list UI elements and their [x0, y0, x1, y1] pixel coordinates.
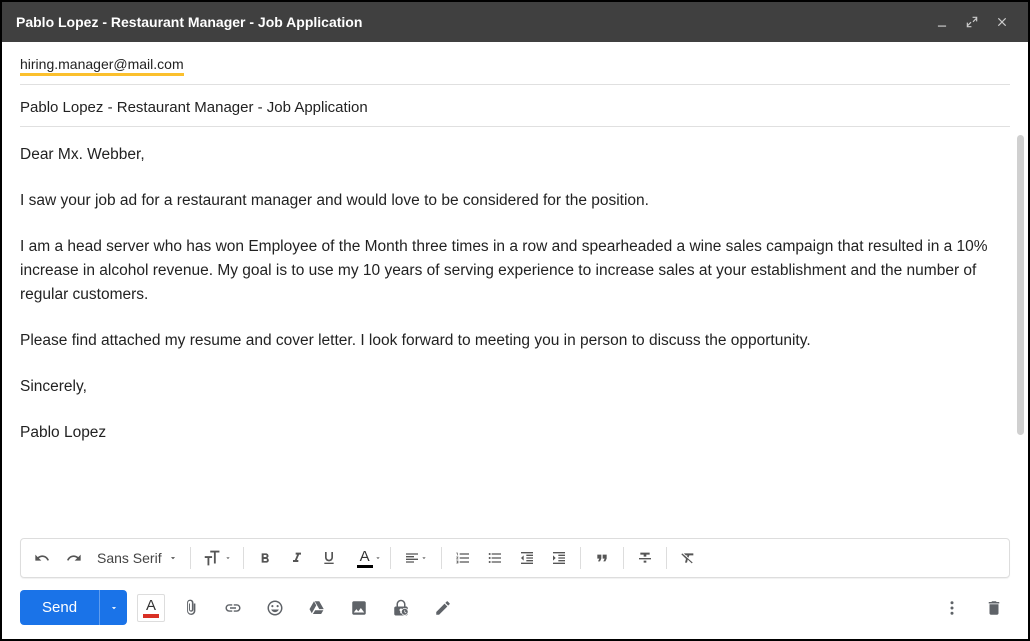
undo-button[interactable]: [27, 543, 57, 573]
chevron-down-icon: [168, 553, 178, 563]
close-button[interactable]: [990, 10, 1014, 34]
numbered-list-button[interactable]: [448, 543, 478, 573]
align-button[interactable]: [397, 543, 435, 573]
strikethrough-button[interactable]: [630, 543, 660, 573]
formatting-options-button[interactable]: A: [137, 594, 165, 622]
subject-text: Pablo Lopez - Restaurant Manager - Job A…: [20, 99, 368, 116]
discard-draft-button[interactable]: [978, 592, 1010, 624]
window-title: Pablo Lopez - Restaurant Manager - Job A…: [16, 14, 362, 30]
font-size-button[interactable]: [197, 543, 237, 573]
header-fields: hiring.manager@mail.com Pablo Lopez - Re…: [2, 42, 1028, 127]
body-paragraph: Pablo Lopez: [20, 421, 1010, 445]
formatting-toolbar: Sans Serif A: [20, 538, 1010, 578]
underline-button[interactable]: [314, 543, 344, 573]
subject-field[interactable]: Pablo Lopez - Restaurant Manager - Job A…: [20, 85, 1010, 127]
insert-signature-button[interactable]: [427, 592, 459, 624]
body-paragraph: Please find attached my resume and cover…: [20, 329, 1010, 353]
body-wrap: Dear Mx. Webber, I saw your job ad for a…: [2, 127, 1028, 538]
scrollbar[interactable]: [1017, 135, 1024, 435]
confidential-mode-button[interactable]: [385, 592, 417, 624]
remove-formatting-button[interactable]: [673, 543, 703, 573]
text-color-button[interactable]: A: [346, 543, 384, 573]
body-paragraph: Sincerely,: [20, 375, 1010, 399]
minimize-button[interactable]: [930, 10, 954, 34]
chevron-down-icon: [374, 554, 382, 562]
bottom-action-bar: Send A: [2, 578, 1028, 639]
quote-button[interactable]: [587, 543, 617, 573]
exit-fullscreen-button[interactable]: [960, 10, 984, 34]
insert-photo-button[interactable]: [343, 592, 375, 624]
insert-link-button[interactable]: [217, 592, 249, 624]
font-family-label: Sans Serif: [97, 550, 162, 566]
compose-window: Pablo Lopez - Restaurant Manager - Job A…: [0, 0, 1030, 641]
insert-drive-button[interactable]: [301, 592, 333, 624]
body-paragraph: Dear Mx. Webber,: [20, 143, 1010, 167]
body-paragraph: I saw your job ad for a restaurant manag…: [20, 189, 1010, 213]
chevron-down-icon: [420, 554, 428, 562]
bold-button[interactable]: [250, 543, 280, 573]
bulleted-list-button[interactable]: [480, 543, 510, 573]
chevron-down-icon: [224, 554, 232, 562]
font-family-select[interactable]: Sans Serif: [91, 543, 184, 573]
redo-button[interactable]: [59, 543, 89, 573]
chevron-down-icon: [109, 603, 119, 613]
body-paragraph: I am a head server who has won Employee …: [20, 235, 1010, 307]
indent-more-button[interactable]: [544, 543, 574, 573]
indent-less-button[interactable]: [512, 543, 542, 573]
italic-button[interactable]: [282, 543, 312, 573]
message-body[interactable]: Dear Mx. Webber, I saw your job ad for a…: [2, 127, 1028, 538]
more-options-button[interactable]: [936, 592, 968, 624]
attach-file-button[interactable]: [175, 592, 207, 624]
text-color-swatch: [143, 614, 159, 618]
send-button[interactable]: Send: [20, 590, 99, 625]
text-color-letter: A: [146, 598, 156, 613]
send-split-button: Send: [20, 590, 127, 625]
send-options-button[interactable]: [99, 590, 127, 625]
recipient-chip[interactable]: hiring.manager@mail.com: [20, 56, 184, 76]
titlebar: Pablo Lopez - Restaurant Manager - Job A…: [2, 2, 1028, 42]
to-field[interactable]: hiring.manager@mail.com: [20, 42, 1010, 85]
insert-emoji-button[interactable]: [259, 592, 291, 624]
